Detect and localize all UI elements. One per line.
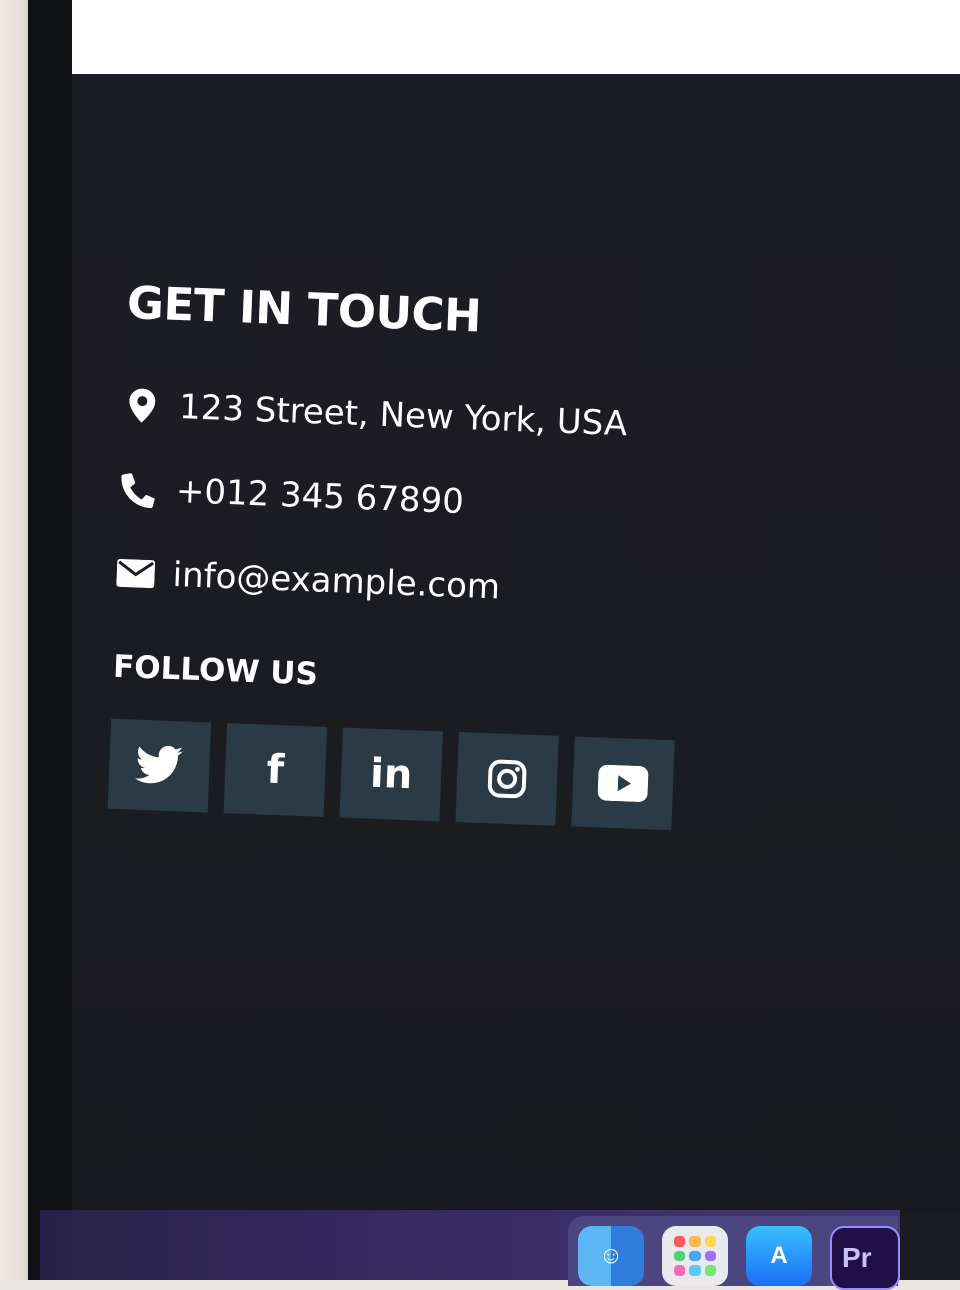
linkedin-icon: in [369,750,414,799]
launchpad-icon[interactable] [662,1226,728,1286]
phone-row: +012 345 67890 [119,469,760,534]
premiere-pro-icon[interactable]: Pr [830,1226,900,1290]
app-store-a-icon: A [770,1242,788,1269]
location-pin-icon [122,386,161,425]
page-top-section [72,0,960,74]
premiere-pro-label: Pr [842,1242,872,1273]
facebook-button[interactable]: f [223,723,327,817]
envelope-icon-svg [116,558,156,589]
instagram-icon [487,759,527,799]
finder-face-icon: ☺ [598,1242,624,1269]
facebook-icon: f [265,746,285,794]
app-store-icon[interactable]: A [746,1226,812,1286]
instagram-button[interactable] [455,732,559,826]
email-text: info@example.com [171,554,501,608]
linkedin-button[interactable]: in [339,727,443,822]
twitter-icon [135,745,183,784]
youtube-button[interactable] [571,736,675,831]
youtube-icon [597,764,649,802]
location-pin-icon-svg [129,388,156,423]
phone-text: +012 345 67890 [175,471,465,523]
envelope-icon [116,554,156,593]
get-in-touch-section: GET IN TOUCH 123 Street, New York, USA +… [107,276,768,833]
address-text: 123 Street, New York, USA [178,387,628,445]
phone-icon-svg [121,473,155,509]
follow-us-title: FOLLOW US [112,648,319,693]
launchpad-grid-icon [674,1236,716,1276]
phone-icon [119,470,158,509]
twitter-button[interactable] [107,718,212,813]
address-row: 123 Street, New York, USA [122,385,763,450]
finder-icon[interactable]: ☺ [578,1226,644,1286]
email-row: info@example.com [116,553,757,618]
